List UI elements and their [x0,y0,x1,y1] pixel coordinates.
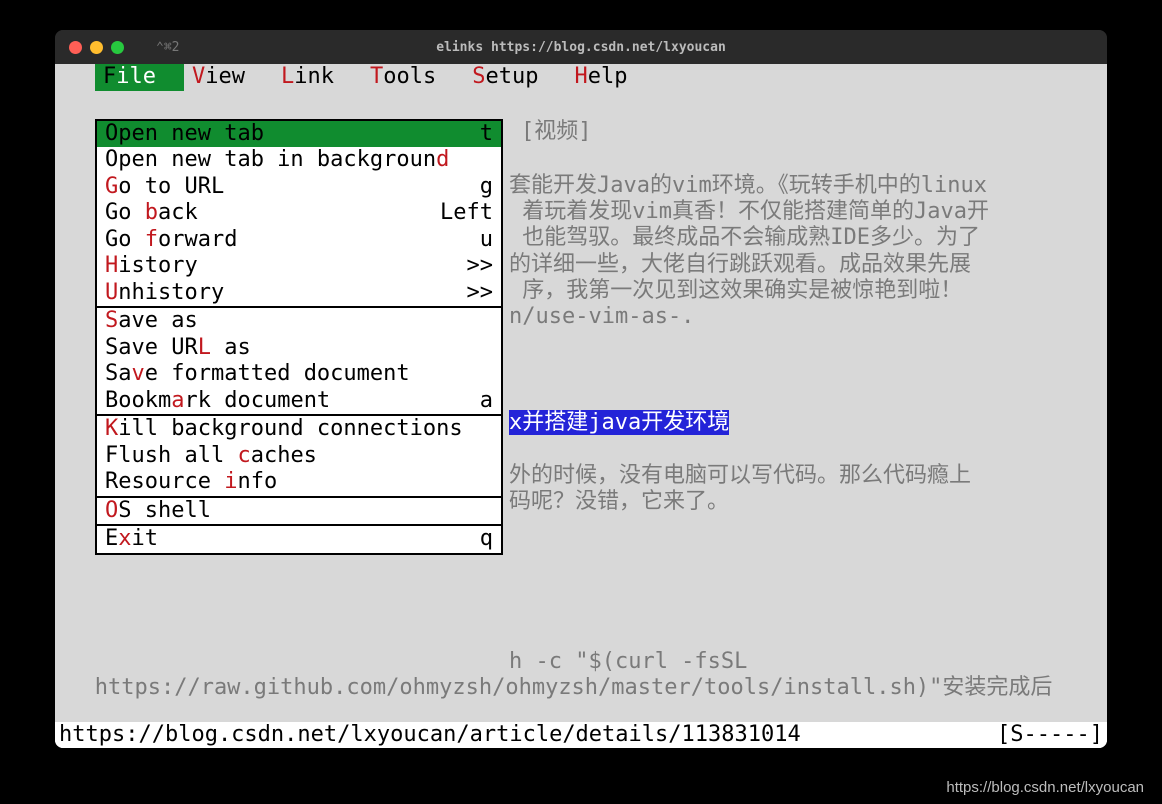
video-tag: [视频] [521,119,592,146]
statusbar: https://blog.csdn.net/lxyoucan/article/d… [55,722,1107,749]
para1-line: 也能驾驭。最终成品不会输成熟IDE多少。为了 [509,225,980,252]
cmd-line: h -c "$(curl -fsSL [509,649,747,676]
menu-item[interactable]: Bookmark documenta [97,388,501,415]
menu-item[interactable]: Open new tab in background [97,147,501,174]
menu-item[interactable]: Unhistory>> [97,280,501,307]
para1-line: 套能开发Java的vim环境。《玩转手机中的linux [509,173,987,200]
file-menu-dropdown: Open new tabtOpen new tab in backgroundG… [95,119,503,555]
menu-item[interactable]: Kill background connections [97,416,501,443]
menu-item[interactable]: Exitq [97,526,501,553]
window-controls [55,41,124,54]
menu-setup[interactable]: Setup [464,64,566,91]
para2-line: 外的时候，没有电脑可以写代码。那么代码瘾上 [509,463,971,490]
menu-file[interactable]: File [95,64,184,91]
menu-tools[interactable]: Tools [362,64,464,91]
menu-item[interactable]: OS shell [97,498,501,525]
menu-item[interactable]: Save as [97,308,501,335]
article-link[interactable]: x并搭建java开发环境 [509,410,729,437]
menu-item[interactable]: Go forwardu [97,227,501,254]
terminal-body: File View Link Tools Setup Help [视频] 套能开… [55,64,1107,748]
terminal-window: ⌃⌘2 elinks https://blog.csdn.net/lxyouca… [55,30,1107,748]
menu-item[interactable]: Go to URLg [97,174,501,201]
menu-item[interactable]: Go backLeft [97,200,501,227]
menu-view[interactable]: View [184,64,273,91]
status-flags: [S-----] [997,722,1103,749]
menu-item[interactable]: History>> [97,253,501,280]
watermark: https://blog.csdn.net/lxyoucan [946,779,1144,796]
para2-line: 码呢？没错，它来了。 [509,489,729,516]
titlebar: ⌃⌘2 elinks https://blog.csdn.net/lxyouca… [55,30,1107,64]
close-icon[interactable] [69,41,82,54]
para1-line: n/use-vim-as-. [509,304,694,331]
para1-line: 序，我第一次见到这效果确实是被惊艳到啦！ [509,278,962,305]
para1-line: 的详细一些，大佬自行跳跃观看。成品效果先展 [509,252,971,279]
menu-item[interactable]: Open new tabt [97,121,501,148]
menu-help[interactable]: Help [566,64,655,91]
tab-shortcut-label: ⌃⌘2 [156,40,179,55]
menu-link[interactable]: Link [273,64,362,91]
minimize-icon[interactable] [90,41,103,54]
menu-item[interactable]: Flush all caches [97,443,501,470]
menu-item[interactable]: Resource info [97,469,501,496]
page-content: [视频] 套能开发Java的vim环境。《玩转手机中的linux 着玩着发现vi… [55,91,1107,722]
menubar: File View Link Tools Setup Help [55,64,1107,91]
window-title: elinks https://blog.csdn.net/lxyoucan [55,40,1107,55]
menu-item[interactable]: Save URL as [97,335,501,362]
cmd-line: https://raw.github.com/ohmyzsh/ohmyzsh/m… [55,675,1052,702]
menu-item[interactable]: Save formatted document [97,361,501,388]
para1-line: 着玩着发现vim真香！不仅能搭建简单的Java开 [509,199,989,226]
status-url: https://blog.csdn.net/lxyoucan/article/d… [59,722,801,749]
maximize-icon[interactable] [111,41,124,54]
